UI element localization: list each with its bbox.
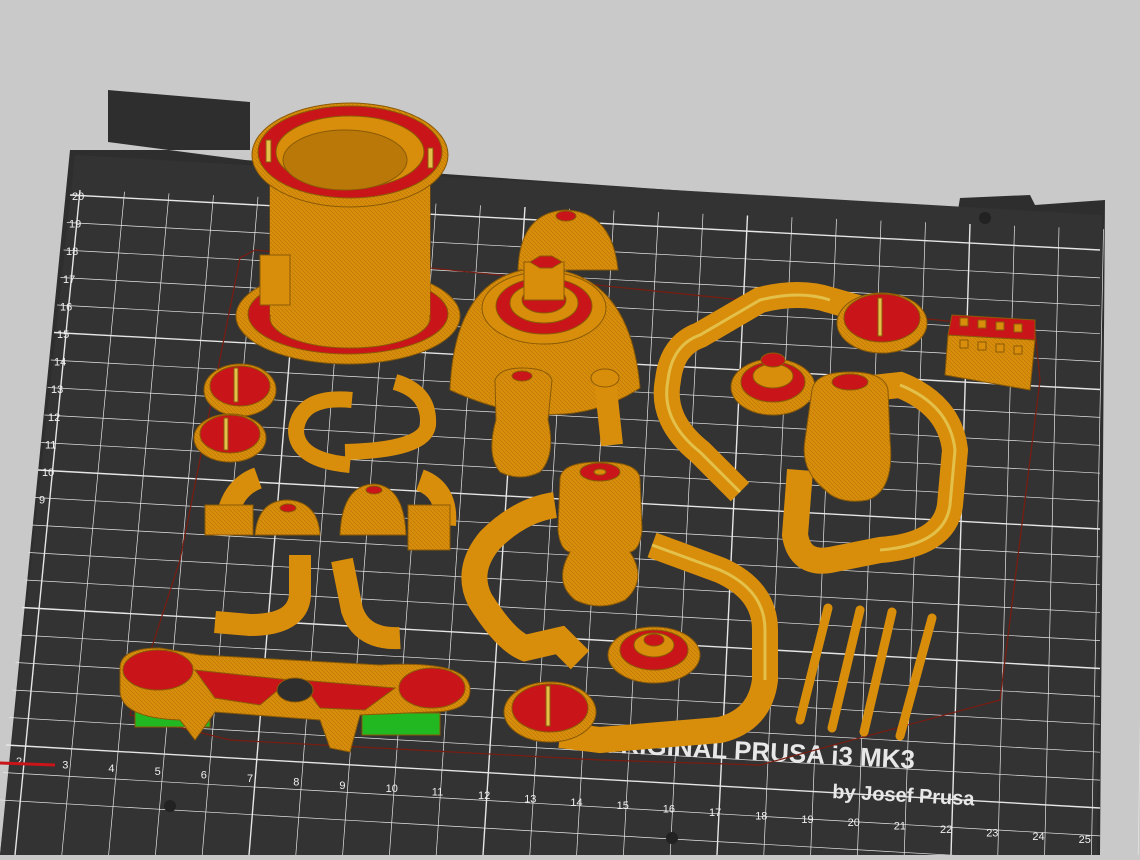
model-disc-4[interactable] (503, 681, 597, 743)
bed-screw (164, 800, 176, 812)
x-axis-label: 11 (432, 787, 443, 799)
y-axis-label: 18 (66, 246, 78, 258)
x-axis-label: 12 (478, 790, 490, 802)
x-axis-label: 6 (201, 770, 207, 782)
x-axis-label: 8 (293, 776, 299, 788)
x-axis-label: 9 (339, 780, 345, 792)
bed-screw (666, 832, 678, 844)
y-axis-label: 10 (42, 467, 54, 479)
x-axis-label: 21 (894, 821, 906, 833)
x-axis-label: 19 (801, 814, 813, 826)
x-axis-label: 13 (524, 793, 536, 805)
y-axis-label: 20 (72, 191, 84, 203)
x-axis-label: 24 (1032, 831, 1044, 843)
model-tank[interactable] (557, 461, 643, 607)
x-axis-label: 15 (617, 800, 629, 812)
x-axis-label: 5 (155, 766, 161, 778)
x-axis-label: 7 (247, 773, 253, 785)
x-axis-label: 10 (386, 783, 398, 795)
y-axis-label: 9 (39, 495, 45, 507)
x-axis-label: 18 (755, 810, 767, 822)
x-axis-arrow (0, 761, 56, 767)
y-axis-label: 16 (60, 301, 72, 313)
x-axis-label: 14 (570, 797, 582, 809)
x-axis-label: 16 (663, 804, 675, 816)
y-axis-label: 19 (69, 219, 81, 231)
model-cylinder[interactable] (235, 102, 461, 365)
y-axis-label: 11 (45, 439, 56, 451)
model-disc-5[interactable] (836, 292, 928, 354)
x-axis-label: 3 (62, 759, 68, 771)
bed-screw (979, 212, 991, 224)
y-axis-label: 15 (57, 329, 69, 341)
y-axis-label: 17 (63, 274, 75, 286)
3d-viewport[interactable]: 2 3 4 5 6 7 8 9 10 11 12 13 14 15 16 17 18 19 20 21 22 23 24 25… (0, 0, 1140, 860)
x-axis-label: 23 (986, 827, 998, 839)
x-axis-label: 25 (1079, 834, 1091, 846)
model-disc-3[interactable] (607, 626, 701, 684)
x-axis-label: 22 (940, 824, 952, 836)
y-axis-label: 14 (54, 357, 66, 369)
y-axis-label: 13 (51, 384, 63, 396)
x-axis-label: 2 (16, 756, 22, 768)
x-axis-label: 17 (709, 807, 721, 819)
x-axis-label: 20 (848, 817, 860, 829)
model-tank-right[interactable] (803, 371, 892, 502)
model-disc-1[interactable] (203, 363, 277, 417)
model-disc-2[interactable] (193, 413, 267, 463)
model-vase[interactable] (491, 367, 553, 478)
model-pipe-bell[interactable] (594, 378, 623, 447)
y-axis-label: 12 (48, 412, 60, 424)
x-axis-label: 4 (108, 763, 114, 775)
